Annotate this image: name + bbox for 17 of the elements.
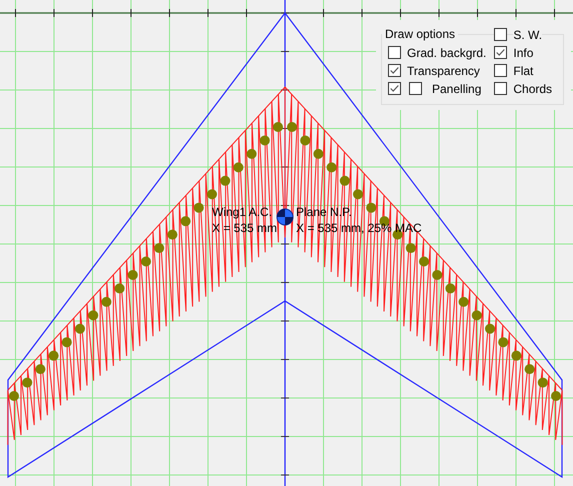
checkbox[interactable] — [494, 64, 508, 77]
checkbox-label: Transparency — [407, 64, 480, 78]
checkbox[interactable] — [494, 46, 508, 59]
checkbox[interactable] — [409, 82, 422, 95]
checkbox[interactable] — [388, 82, 401, 95]
checkbox[interactable] — [388, 64, 401, 77]
checkbox-label: Flat — [513, 64, 534, 78]
checkbox[interactable] — [494, 28, 508, 41]
checkbox[interactable] — [388, 46, 401, 59]
checkbox-label: Panelling — [432, 82, 482, 96]
checkbox-label: Grad. backgrd. — [407, 46, 486, 60]
checkbox-label: Info — [513, 46, 534, 60]
balance-point-icon — [276, 208, 294, 226]
checkbox[interactable] — [494, 82, 508, 95]
group-title: Draw options — [382, 28, 458, 41]
checkbox-label: Chords — [513, 82, 552, 96]
checkbox-label: S. W. — [513, 28, 542, 42]
